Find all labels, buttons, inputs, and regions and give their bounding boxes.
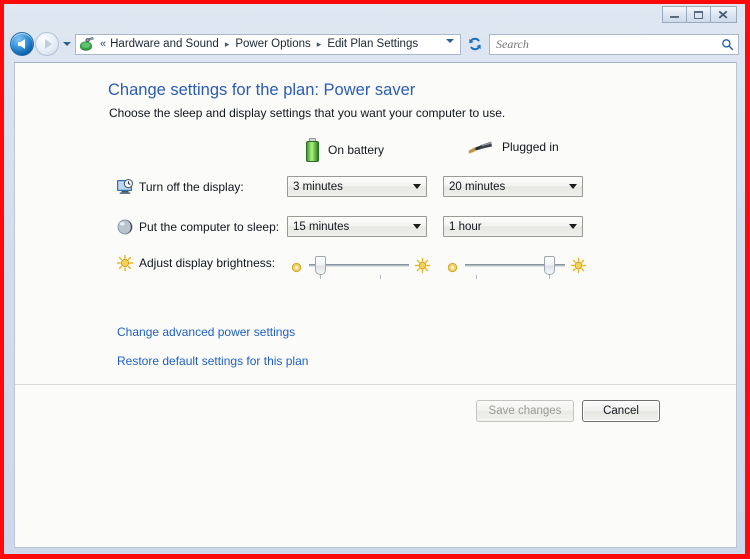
column-header-plugged-in: Plugged in <box>467 138 559 156</box>
window-controls: ✕ <box>662 6 737 23</box>
setting-row-turn-off-display: Turn off the display: 3 minutes 20 minut… <box>15 175 736 205</box>
page-title: Change settings for the plan: Power save… <box>108 81 416 99</box>
dropdown-arrow-button[interactable] <box>564 177 581 196</box>
dropdown-arrow-button[interactable] <box>564 217 581 236</box>
slider-thumb[interactable] <box>544 256 555 275</box>
close-button[interactable]: ✕ <box>710 6 737 23</box>
slider-tick <box>476 275 477 279</box>
chevron-down-icon <box>412 184 421 189</box>
brightness-low-icon <box>447 260 458 278</box>
window-title-bar: ✕ <box>4 4 745 28</box>
sleep-battery-dropdown[interactable]: 15 minutes <box>287 216 427 237</box>
display-clock-icon <box>116 178 134 196</box>
slider-tick <box>549 275 550 279</box>
column-header-label: On battery <box>328 143 385 157</box>
column-header-on-battery: On battery <box>306 138 384 162</box>
sleep-orb-icon <box>116 218 134 236</box>
breadcrumb-dropdown-button[interactable] <box>446 38 454 61</box>
maximize-button[interactable] <box>686 6 711 23</box>
search-icon <box>722 38 734 50</box>
column-headers: On battery Plugged in <box>15 138 736 162</box>
refresh-button[interactable] <box>464 34 486 55</box>
chevron-down-icon <box>62 42 71 46</box>
setting-label: Put the computer to sleep: <box>139 220 280 234</box>
turn-off-display-plugged-dropdown[interactable]: 20 minutes <box>443 176 583 197</box>
turn-off-display-battery-dropdown[interactable]: 3 minutes <box>287 176 427 197</box>
recent-pages-button[interactable] <box>60 33 73 55</box>
breadcrumb-separator-icon[interactable]: ▸ <box>317 39 322 50</box>
refresh-icon <box>469 37 481 51</box>
dropdown-arrow-button[interactable] <box>408 177 425 196</box>
capture-frame: ✕ « Hardware and Sound ▸ Power Options ▸… <box>0 0 750 559</box>
dropdown-value: 3 minutes <box>293 180 343 193</box>
desktop-background: ✕ « Hardware and Sound ▸ Power Options ▸… <box>4 4 745 554</box>
battery-icon <box>306 138 319 162</box>
address-bar: « Hardware and Sound ▸ Power Options ▸ E… <box>4 28 745 60</box>
setting-label: Turn off the display: <box>139 180 244 194</box>
breadcrumb-item-hardware-and-sound[interactable]: Hardware and Sound <box>110 38 219 50</box>
slider-thumb[interactable] <box>315 256 326 275</box>
dropdown-value: 1 hour <box>449 220 482 233</box>
power-options-window: ✕ « Hardware and Sound ▸ Power Options ▸… <box>4 4 745 554</box>
breadcrumb-separator-icon[interactable]: ▸ <box>225 39 230 50</box>
cancel-button[interactable]: Cancel <box>582 400 660 422</box>
breadcrumb-item-edit-plan-settings: Edit Plan Settings <box>327 38 419 50</box>
close-icon: ✕ <box>717 7 730 22</box>
footer-bar: Save changes Cancel <box>15 385 736 435</box>
sleep-plugged-dropdown[interactable]: 1 hour <box>443 216 583 237</box>
forward-button[interactable] <box>35 32 59 56</box>
search-input[interactable] <box>494 35 721 53</box>
dropdown-arrow-button[interactable] <box>408 217 425 236</box>
column-header-label: Plugged in <box>502 140 559 154</box>
chevron-down-icon <box>568 184 577 189</box>
dropdown-value: 20 minutes <box>449 180 506 193</box>
page-subtitle: Choose the sleep and display settings th… <box>109 106 506 120</box>
back-button[interactable] <box>10 32 34 56</box>
control-panel-icon <box>79 36 95 52</box>
chevron-down-icon <box>446 38 454 60</box>
content-panel: Change settings for the plan: Power save… <box>14 62 737 548</box>
arrow-right-icon <box>44 39 52 49</box>
brightness-plugged-slider[interactable] <box>443 251 587 279</box>
power-plug-icon <box>467 138 493 156</box>
chevron-down-icon <box>568 224 577 229</box>
minimize-icon <box>670 12 679 18</box>
brightness-battery-slider[interactable] <box>287 251 431 279</box>
minimize-button[interactable] <box>662 6 687 23</box>
slider-tick <box>380 275 381 279</box>
breadcrumb-item-power-options[interactable]: Power Options <box>235 38 310 50</box>
setting-row-sleep: Put the computer to sleep: 15 minutes 1 … <box>15 215 736 245</box>
setting-label: Adjust display brightness: <box>139 256 276 270</box>
link-change-advanced-power-settings[interactable]: Change advanced power settings <box>117 325 295 339</box>
navigation-buttons <box>10 32 73 56</box>
breadcrumb[interactable]: « Hardware and Sound ▸ Power Options ▸ E… <box>75 33 461 60</box>
brightness-high-icon <box>414 257 431 279</box>
link-restore-default-settings[interactable]: Restore default settings for this plan <box>117 354 308 368</box>
save-changes-button[interactable]: Save changes <box>476 400 574 422</box>
setting-row-brightness: Adjust display brightness: <box>15 251 736 281</box>
brightness-sun-icon <box>116 254 134 272</box>
maximize-icon <box>694 10 703 19</box>
search-box[interactable] <box>489 33 739 55</box>
arrow-left-icon <box>17 39 25 49</box>
brightness-high-icon <box>570 257 587 279</box>
chevron-down-icon <box>412 224 421 229</box>
breadcrumb-overflow-icon[interactable]: « <box>100 38 106 50</box>
dropdown-value: 15 minutes <box>293 220 350 233</box>
slider-tick <box>320 275 321 279</box>
brightness-low-icon <box>291 260 302 278</box>
